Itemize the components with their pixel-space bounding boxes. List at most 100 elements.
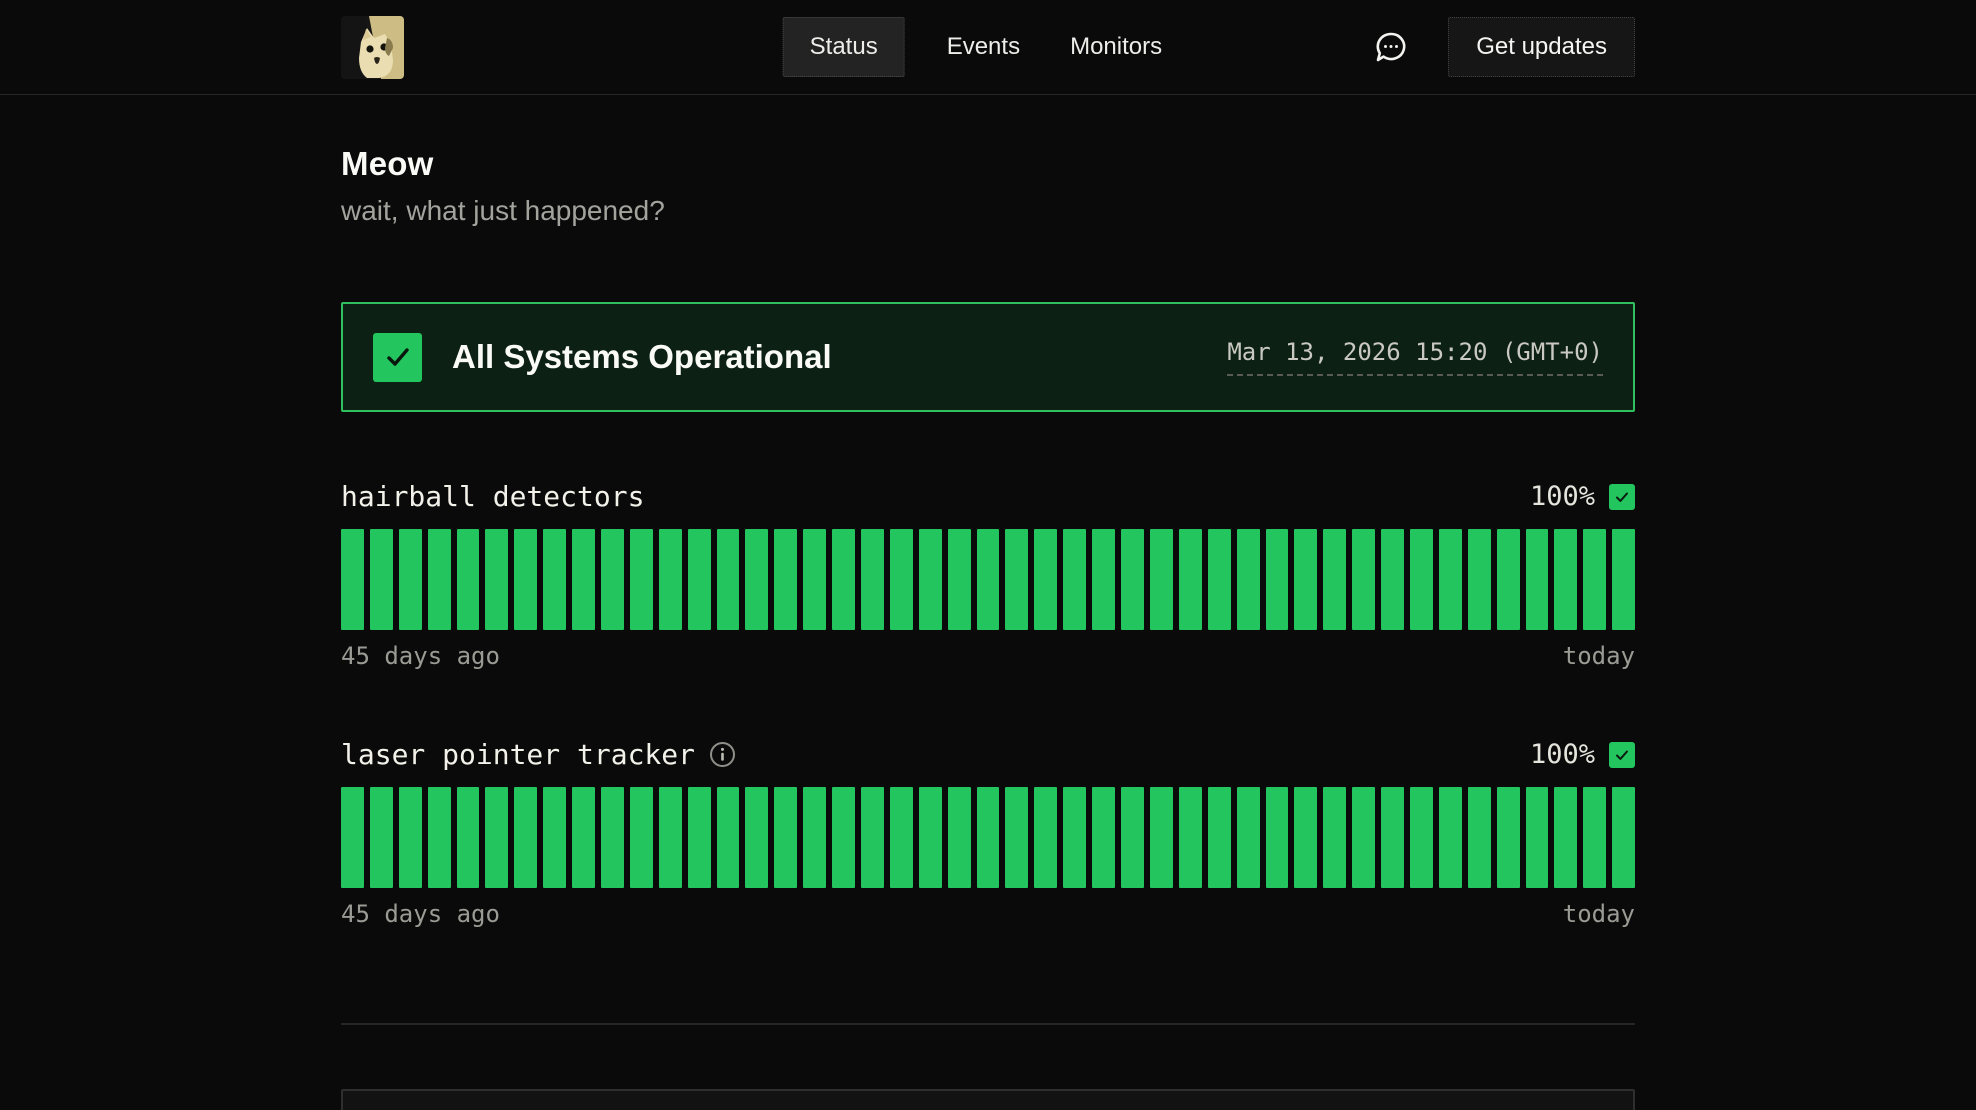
uptime-day-bar[interactable] [1612, 529, 1635, 630]
uptime-day-bar[interactable] [543, 787, 566, 888]
uptime-day-bar[interactable] [1092, 529, 1115, 630]
uptime-day-bar[interactable] [630, 529, 653, 630]
uptime-day-bar[interactable] [457, 787, 480, 888]
uptime-day-bar[interactable] [919, 787, 942, 888]
uptime-day-bar[interactable] [1005, 787, 1028, 888]
uptime-day-bar[interactable] [485, 529, 508, 630]
uptime-day-bar[interactable] [1612, 787, 1635, 888]
uptime-day-bar[interactable] [1294, 529, 1317, 630]
uptime-day-bar[interactable] [1179, 787, 1202, 888]
uptime-day-bar[interactable] [1583, 529, 1606, 630]
uptime-day-bar[interactable] [861, 787, 884, 888]
uptime-day-bar[interactable] [1063, 529, 1086, 630]
uptime-day-bar[interactable] [717, 787, 740, 888]
uptime-day-bar[interactable] [1208, 787, 1231, 888]
uptime-day-bar[interactable] [1468, 529, 1491, 630]
uptime-day-bar[interactable] [543, 529, 566, 630]
nav-tab-events[interactable]: Events [939, 18, 1028, 76]
uptime-day-bar[interactable] [572, 787, 595, 888]
uptime-day-bar[interactable] [803, 529, 826, 630]
uptime-day-bar[interactable] [919, 529, 942, 630]
uptime-day-bar[interactable] [1294, 787, 1317, 888]
uptime-day-bar[interactable] [1323, 529, 1346, 630]
uptime-day-bar[interactable] [630, 787, 653, 888]
uptime-day-bar[interactable] [341, 787, 364, 888]
uptime-day-bar[interactable] [514, 529, 537, 630]
uptime-day-bar[interactable] [745, 787, 768, 888]
uptime-day-bar[interactable] [1092, 787, 1115, 888]
uptime-day-bar[interactable] [1150, 787, 1173, 888]
uptime-day-bar[interactable] [1323, 787, 1346, 888]
uptime-day-bar[interactable] [948, 787, 971, 888]
uptime-day-bar[interactable] [1583, 787, 1606, 888]
uptime-day-bar[interactable] [688, 529, 711, 630]
uptime-day-bar[interactable] [572, 529, 595, 630]
banner-timestamp[interactable]: Mar 13, 2026 15:20 (GMT+0) [1227, 338, 1603, 376]
uptime-day-bar[interactable] [399, 529, 422, 630]
uptime-day-bar[interactable] [1034, 529, 1057, 630]
uptime-day-bar[interactable] [1237, 529, 1260, 630]
uptime-day-bar[interactable] [1034, 787, 1057, 888]
uptime-day-bar[interactable] [428, 787, 451, 888]
uptime-day-bar[interactable] [977, 787, 1000, 888]
uptime-day-bar[interactable] [948, 529, 971, 630]
uptime-day-bar[interactable] [977, 529, 1000, 630]
uptime-day-bar[interactable] [890, 787, 913, 888]
uptime-day-bar[interactable] [399, 787, 422, 888]
uptime-day-bar[interactable] [1381, 529, 1404, 630]
chat-bubble-icon[interactable] [1374, 30, 1408, 64]
uptime-day-bar[interactable] [1497, 787, 1520, 888]
uptime-day-bar[interactable] [457, 529, 480, 630]
uptime-day-bar[interactable] [659, 787, 682, 888]
uptime-day-bar[interactable] [1439, 787, 1462, 888]
uptime-day-bar[interactable] [1005, 529, 1028, 630]
uptime-day-bar[interactable] [861, 529, 884, 630]
uptime-day-bar[interactable] [1381, 787, 1404, 888]
uptime-day-bar[interactable] [601, 529, 624, 630]
uptime-day-bar[interactable] [428, 529, 451, 630]
uptime-day-bar[interactable] [1121, 529, 1144, 630]
uptime-day-bar[interactable] [1266, 529, 1289, 630]
uptime-day-bar[interactable] [1208, 529, 1231, 630]
uptime-bar-chart [341, 529, 1635, 630]
uptime-day-bar[interactable] [341, 529, 364, 630]
uptime-day-bar[interactable] [370, 787, 393, 888]
nav-tab-monitors[interactable]: Monitors [1062, 18, 1170, 76]
uptime-day-bar[interactable] [1554, 787, 1577, 888]
uptime-day-bar[interactable] [1121, 787, 1144, 888]
uptime-day-bar[interactable] [832, 529, 855, 630]
uptime-day-bar[interactable] [601, 787, 624, 888]
uptime-day-bar[interactable] [1179, 529, 1202, 630]
surprised-cat-avatar[interactable] [341, 16, 404, 79]
uptime-day-bar[interactable] [1266, 787, 1289, 888]
uptime-day-bar[interactable] [688, 787, 711, 888]
uptime-day-bar[interactable] [890, 529, 913, 630]
nav-tab-status[interactable]: Status [783, 17, 905, 77]
uptime-day-bar[interactable] [370, 529, 393, 630]
uptime-day-bar[interactable] [1554, 529, 1577, 630]
uptime-day-bar[interactable] [1468, 787, 1491, 888]
uptime-day-bar[interactable] [1352, 787, 1375, 888]
uptime-day-bar[interactable] [485, 787, 508, 888]
uptime-day-bar[interactable] [774, 787, 797, 888]
uptime-day-bar[interactable] [1439, 529, 1462, 630]
uptime-day-bar[interactable] [1063, 787, 1086, 888]
uptime-day-bar[interactable] [774, 529, 797, 630]
uptime-day-bar[interactable] [1497, 529, 1520, 630]
uptime-day-bar[interactable] [832, 787, 855, 888]
uptime-day-bar[interactable] [1352, 529, 1375, 630]
uptime-day-bar[interactable] [1410, 529, 1433, 630]
uptime-day-bar[interactable] [1237, 787, 1260, 888]
uptime-day-bar[interactable] [1150, 529, 1173, 630]
uptime-day-bar[interactable] [1526, 787, 1549, 888]
uptime-day-bar[interactable] [717, 529, 740, 630]
uptime-day-bar[interactable] [803, 787, 826, 888]
uptime-day-bar[interactable] [514, 787, 537, 888]
uptime-day-bar[interactable] [659, 529, 682, 630]
banner-title: All Systems Operational [452, 338, 832, 376]
info-icon[interactable] [709, 741, 736, 768]
get-updates-button[interactable]: Get updates [1448, 17, 1635, 77]
uptime-day-bar[interactable] [1526, 529, 1549, 630]
uptime-day-bar[interactable] [745, 529, 768, 630]
uptime-day-bar[interactable] [1410, 787, 1433, 888]
